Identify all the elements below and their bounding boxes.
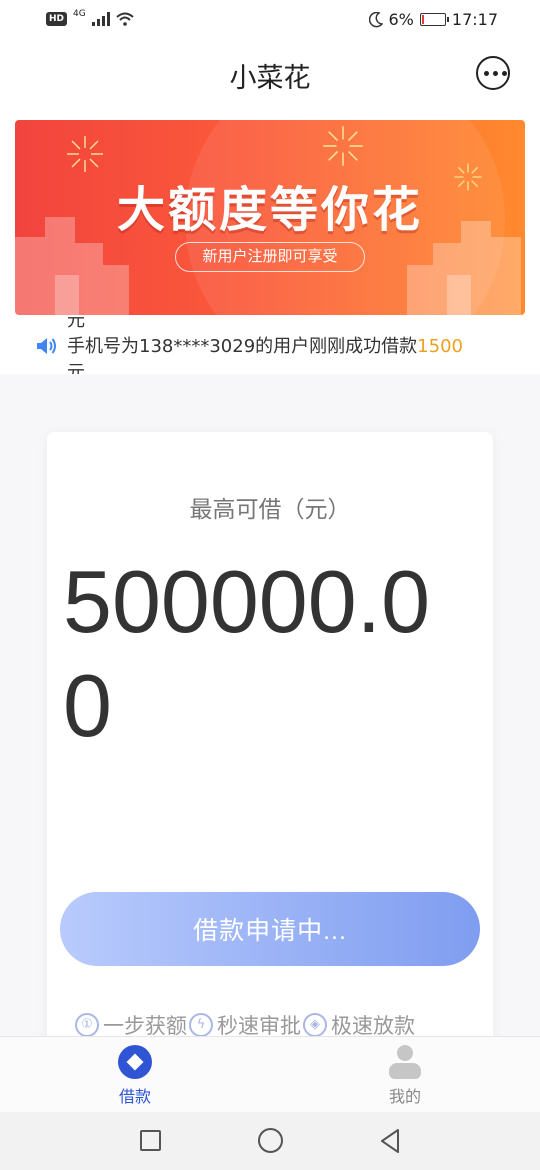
user-icon bbox=[388, 1045, 422, 1079]
title-bar: 小菜花 bbox=[0, 44, 540, 104]
firework-icon bbox=[323, 126, 363, 166]
loan-diamond-icon bbox=[118, 1045, 152, 1079]
notice-prev-tail: 元 bbox=[67, 316, 85, 331]
signal-icon bbox=[91, 12, 110, 26]
network-label: 4G bbox=[73, 9, 86, 19]
battery-fill bbox=[421, 15, 424, 24]
apply-loan-button[interactable]: 借款申请中... bbox=[60, 892, 480, 966]
moon-icon bbox=[368, 11, 383, 27]
tab-mine[interactable]: 我的 bbox=[355, 1045, 455, 1107]
notice-unit: 元 bbox=[67, 362, 85, 374]
clock: 17:17 bbox=[451, 10, 498, 29]
tab-loan-label: 借款 bbox=[118, 1087, 151, 1106]
more-options-button[interactable] bbox=[476, 56, 510, 90]
notice-message: 手机号为138****3029的用户刚刚成功借款 bbox=[67, 336, 418, 357]
step-number-icon: ① bbox=[75, 1013, 99, 1037]
speaker-icon bbox=[37, 338, 56, 354]
notice-text: 手机号为138****3029的用户刚刚成功借款1500 bbox=[67, 332, 463, 358]
home-button[interactable] bbox=[258, 1128, 283, 1153]
tab-loan[interactable]: 借款 bbox=[85, 1045, 185, 1107]
limit-amount: 500000.00 bbox=[63, 552, 431, 755]
loan-card: 最高可借（元） 500000.00 借款申请中... ① 一步获额 ϟ 秒速审批… bbox=[47, 432, 493, 1072]
notice-amount: 1500 bbox=[417, 336, 463, 357]
app-screen: HD 4G 6% 17:17 小菜花 大额度等你花 新用户注册即可享受 元 手机… bbox=[0, 0, 540, 1170]
recent-apps-button[interactable] bbox=[140, 1130, 161, 1151]
system-nav-bar bbox=[0, 1112, 540, 1170]
battery-icon bbox=[419, 13, 449, 26]
coin-icon: ◈ bbox=[303, 1013, 327, 1037]
banner-subtitle: 新用户注册即可享受 bbox=[175, 242, 365, 272]
back-button[interactable] bbox=[378, 1128, 402, 1154]
battery-percent: 6% bbox=[388, 10, 414, 29]
bottom-tab-bar: 借款 我的 bbox=[0, 1036, 540, 1112]
notice-bar: 元 手机号为138****3029的用户刚刚成功借款1500 元 bbox=[0, 316, 540, 374]
page-title: 小菜花 bbox=[229, 63, 311, 94]
banner-headline: 大额度等你花 bbox=[116, 182, 423, 238]
status-bar: HD 4G 6% 17:17 bbox=[0, 0, 540, 44]
more-dots-icon bbox=[484, 71, 507, 76]
hd-badge: HD bbox=[46, 12, 68, 26]
limit-label: 最高可借（元） bbox=[189, 497, 351, 523]
tab-mine-label: 我的 bbox=[388, 1087, 421, 1106]
firework-icon bbox=[67, 136, 103, 172]
promo-banner[interactable]: 大额度等你花 新用户注册即可享受 bbox=[15, 120, 525, 315]
lightning-icon: ϟ bbox=[189, 1013, 213, 1037]
wifi-icon bbox=[116, 12, 134, 26]
